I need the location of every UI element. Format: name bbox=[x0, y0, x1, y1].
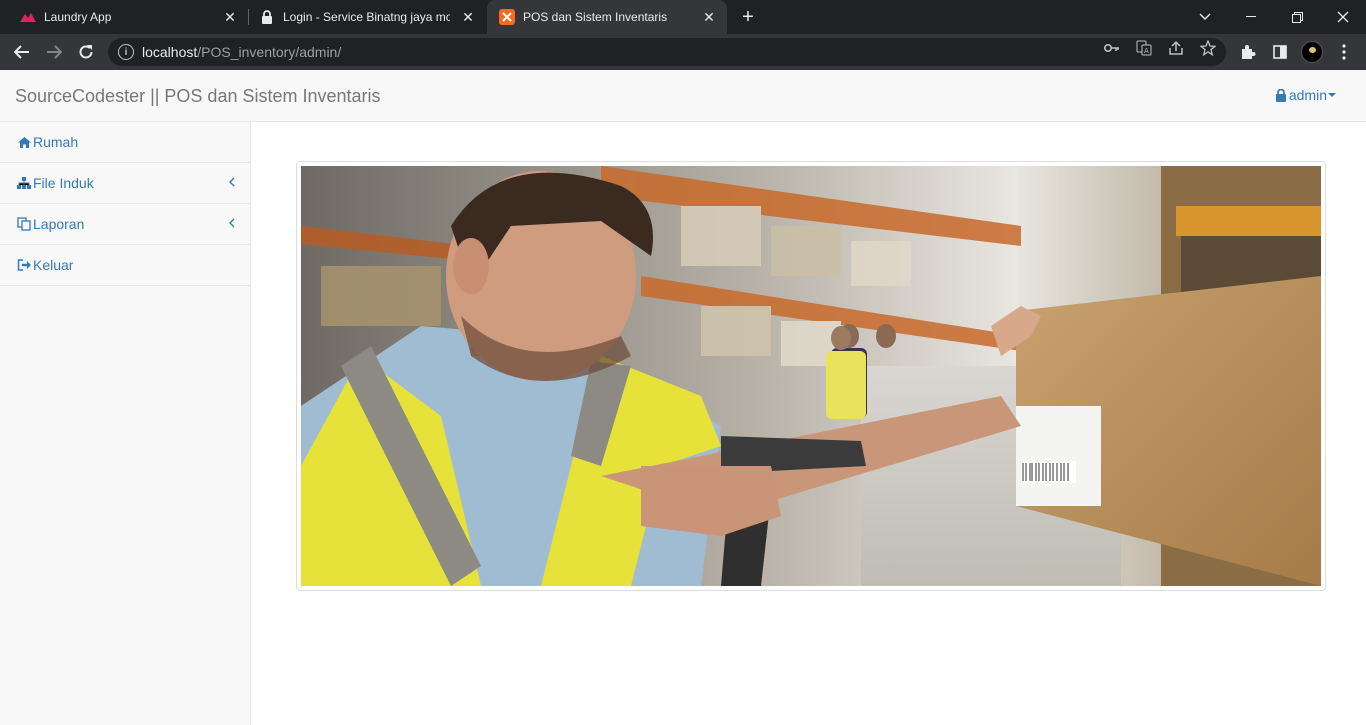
home-icon bbox=[17, 135, 31, 149]
tab-laundry-app[interactable]: Laundry App ✕ bbox=[0, 0, 248, 34]
sidebar-item-file-induk[interactable]: File Induk bbox=[0, 163, 250, 204]
username: admin bbox=[1288, 87, 1327, 103]
close-window-button[interactable] bbox=[1320, 0, 1366, 34]
url-text: localhost/POS_inventory/admin/ bbox=[142, 44, 342, 60]
sidebar-item-label: Laporan bbox=[33, 216, 85, 232]
sidebar-item-label: File Induk bbox=[33, 175, 94, 191]
bookmark-star-icon[interactable] bbox=[1200, 40, 1216, 56]
reload-button[interactable] bbox=[72, 38, 100, 66]
back-button[interactable] bbox=[8, 38, 36, 66]
side-panel-icon[interactable] bbox=[1268, 40, 1292, 64]
copy-icon bbox=[17, 217, 31, 231]
profile-avatar[interactable] bbox=[1301, 41, 1323, 63]
xampp-favicon-icon bbox=[499, 9, 515, 25]
tab-search-icon[interactable] bbox=[1182, 0, 1228, 34]
key-icon[interactable] bbox=[1104, 40, 1120, 56]
close-tab-icon[interactable]: ✕ bbox=[458, 7, 478, 27]
user-dropdown[interactable]: admin bbox=[1275, 87, 1336, 103]
tab-title: Login - Service Binatng jaya motor bbox=[283, 10, 450, 24]
new-tab-button[interactable]: + bbox=[736, 5, 760, 29]
sidebar: Rumah File Induk Laporan Keluar bbox=[0, 122, 251, 725]
tab-pos-inventaris[interactable]: POS dan Sistem Inventaris ✕ bbox=[487, 0, 727, 34]
sidebar-item-label: Keluar bbox=[33, 257, 74, 273]
top-navbar: SourceCodester || POS dan Sistem Inventa… bbox=[0, 70, 1366, 122]
tab-title: POS dan Sistem Inventaris bbox=[523, 10, 668, 24]
chevron-left-icon bbox=[229, 216, 235, 231]
sidebar-item-keluar[interactable]: Keluar bbox=[0, 245, 250, 286]
lock-favicon-icon bbox=[259, 9, 275, 25]
minimize-button[interactable] bbox=[1228, 0, 1274, 34]
laundry-favicon-icon bbox=[20, 9, 36, 25]
sidebar-item-laporan[interactable]: Laporan bbox=[0, 204, 250, 245]
site-info-icon[interactable]: i bbox=[118, 44, 134, 60]
brand-title[interactable]: SourceCodester || POS dan Sistem Inventa… bbox=[15, 86, 381, 107]
chevron-left-icon bbox=[229, 175, 235, 190]
tab-title: Laundry App bbox=[44, 10, 112, 24]
close-tab-icon[interactable]: ✕ bbox=[699, 7, 719, 27]
tab-login-service[interactable]: Login - Service Binatng jaya motor ✕ bbox=[249, 0, 486, 34]
browser-tabstrip: Laundry App ✕ Login - Service Binatng ja… bbox=[0, 0, 1366, 34]
forward-button[interactable] bbox=[40, 38, 68, 66]
caret-down-icon bbox=[1328, 93, 1336, 97]
close-tab-icon[interactable]: ✕ bbox=[220, 7, 240, 27]
share-icon[interactable] bbox=[1168, 40, 1184, 56]
address-bar[interactable]: i localhost/POS_inventory/admin/ bbox=[108, 38, 1226, 66]
restore-button[interactable] bbox=[1274, 0, 1320, 34]
translate-icon[interactable]: A bbox=[1136, 40, 1152, 56]
menu-kebab-icon[interactable] bbox=[1332, 40, 1356, 64]
sign-out-icon bbox=[17, 258, 31, 272]
sitemap-icon bbox=[17, 176, 31, 190]
main-content bbox=[251, 122, 1366, 725]
browser-toolbar: i localhost/POS_inventory/admin/ A bbox=[0, 34, 1366, 70]
warehouse-photo bbox=[301, 166, 1321, 586]
extensions-icon[interactable] bbox=[1236, 40, 1260, 64]
lock-icon bbox=[1275, 88, 1287, 102]
sidebar-item-label: Rumah bbox=[33, 134, 79, 150]
svg-text:A: A bbox=[1144, 47, 1149, 55]
image-thumbnail bbox=[296, 161, 1326, 591]
sidebar-item-rumah[interactable]: Rumah bbox=[0, 122, 250, 163]
